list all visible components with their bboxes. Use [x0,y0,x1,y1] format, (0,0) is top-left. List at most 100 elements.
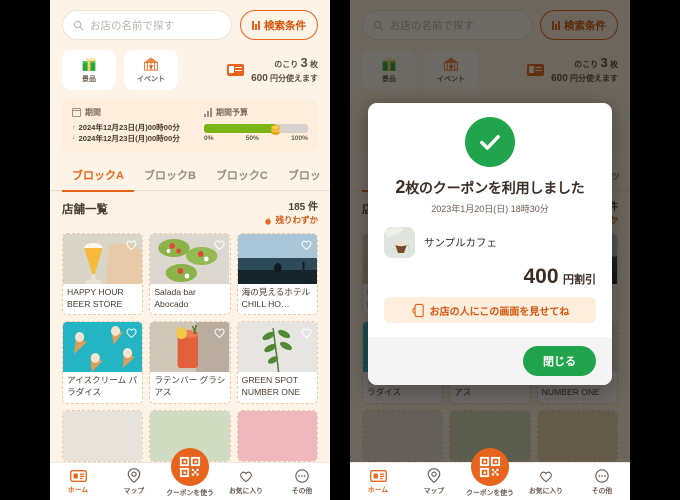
ticket-texts: のこり 3 枚 600 円分使えます [251,54,318,85]
latte-cup-image [384,227,415,258]
show-phone-icon [411,303,424,317]
nav-use-coupon-label: クーポンを使う [466,490,514,497]
heart-outline-icon [240,471,252,482]
period-budget-panel: 期間 ↑ ↓ 2024年12月23日(月)00時00分 2024年12月23日(月… [62,99,318,152]
latte-cup-photo [384,227,415,258]
heart-outline-icon [540,471,552,482]
modal-notice: お店の人にこの画面を見せてね [384,297,596,323]
modal-title: 2枚のクーポンを利用しました [384,177,596,198]
modal-discount-amount: 400 [523,265,559,288]
sliders-icon [251,20,260,30]
scale-0: 0% [204,135,214,142]
heart-icon[interactable] [213,326,226,339]
qr-code-icon [179,456,201,478]
heart-icon[interactable] [300,326,313,339]
chip-event[interactable]: イベント [124,50,178,90]
nav-home[interactable]: ホーム [350,469,406,494]
filter-button[interactable]: 検索条件 [239,10,318,40]
ticket-value-line: 600 円分使えます [251,72,318,86]
shop-list-meta: 185 件 残りわずか [264,201,318,227]
phone-screen-right: お店の名前で探す 検索条件 [350,0,630,500]
coupon-used-modal: 2枚のクーポンを利用しました 2023年1月20日(日) 18時30分 サンプル… [368,103,612,385]
chip-event-label: イベント [137,76,165,83]
header: お店の名前で探す 検索条件 景品 イベント のこり 3 枚 600 円分使えます [50,0,330,90]
shop-name: GREEN SPOT NUMBER ONE [241,375,300,397]
nav-home[interactable]: ホーム [50,469,106,494]
modal-footer: 閉じる [368,337,612,385]
shop-card[interactable]: アイスクリーム パラダイス [62,321,144,404]
nav-map[interactable]: マップ [106,468,162,495]
ticket-outline-icon [369,469,387,482]
shop-list-title: 店舗一覧 [62,204,108,217]
bottom-nav-dimmed: ホーム マップ お気に入り その他 クーポンを使う [350,448,630,500]
chip-prize[interactable]: 景品 [62,50,116,90]
filter-button-label: 検索条件 [264,19,306,32]
few-left-label: 残りわずか [275,215,318,226]
chip-prize-label: 景品 [82,76,96,83]
tab-block-d[interactable]: ブロッ [278,162,330,190]
heart-icon[interactable] [125,326,138,339]
budget-progress-track [204,124,308,135]
scale-50: 50% [245,135,259,142]
nav-home-label: ホーム [367,486,389,494]
nav-favorites-label: お気に入り [529,487,563,495]
shop-card[interactable]: ラテンバー グラシアス [149,321,231,404]
qr-code-icon [479,456,501,478]
shop-card[interactable]: 海の見えるホテル CHILL HO… [236,233,318,316]
heart-icon[interactable] [300,238,313,251]
tab-block-c[interactable]: ブロックC [206,162,278,190]
shop-card[interactable]: HAPPY HOUR BEER STORE [62,233,144,316]
modal-discount: 400 円割引 [384,265,597,289]
shop-thumbnail-salad [150,234,230,285]
block-tabs: ブロックA ブロックB ブロックC ブロッ [50,162,330,192]
shop-name: HAPPY HOUR BEER STORE [67,287,124,309]
check-circle-icon [465,117,515,167]
shop-name: アイスクリーム パラダイス [67,375,138,397]
few-left-badge: 残りわずか [264,215,318,227]
period-column: 期間 ↑↓ 2024年12月23日(月)00時00分 2024年12月23日(月… [71,107,194,144]
tent-icon [143,57,159,71]
nav-favorites[interactable]: お気に入り [218,469,274,495]
shop-name: ラテンバー グラシアス [154,375,226,397]
nav-use-coupon-fab[interactable] [471,448,509,486]
shop-card[interactable]: Salada bar Abocado [149,233,231,316]
modal-datetime: 2023年1月20日(日) 18時30分 [431,204,549,214]
date-start: 2024年12月23日(月)00時00分 [78,123,180,132]
heart-icon[interactable] [213,238,226,251]
tab-block-a[interactable]: ブロックA [62,162,134,192]
modal-title-count: 2 [395,177,406,197]
nav-favorites[interactable]: お気に入り [518,469,574,495]
screenshot-stage: お店の名前で探す 検索条件 景品 イベント のこり 3 枚 600 円分使えます… [0,0,680,500]
budget-label: 期間予算 [215,108,248,117]
shop-card[interactable] [236,409,318,462]
heart-icon[interactable] [125,238,138,251]
app-screen: お店の名前で探す 検索条件 景品 イベント のこり 3 枚 600 円分使えます… [50,0,330,500]
nav-more[interactable]: その他 [574,468,630,495]
nav-more-label: その他 [591,487,613,495]
nav-more[interactable]: その他 [274,468,330,495]
shop-card[interactable] [62,409,144,462]
nav-more-label: その他 [291,487,313,495]
nav-home-label: ホーム [67,486,89,494]
nav-map[interactable]: マップ [406,468,462,495]
modal-shop-row: サンプルカフェ [384,227,596,258]
budget-scale: 0% 50% 100% [204,135,308,142]
tab-block-b[interactable]: ブロックB [134,162,206,190]
modal-discount-suffix: 円割引 [563,274,596,286]
coins-icon [270,124,280,135]
fire-icon [265,216,272,225]
shop-card[interactable]: GREEN SPOT NUMBER ONE [236,321,318,404]
budget-label-row: 期間予算 [204,107,308,118]
gift-icon [82,57,97,71]
nav-use-coupon-fab[interactable] [171,448,209,486]
shop-count: 185 件 [288,202,318,214]
ticket-remaining-unit: 枚 [310,60,318,70]
shop-name: 海の見えるホテル CHILL HO… [241,287,311,309]
ticket-value-amount: 600 [251,73,268,85]
bar-chart-icon [204,108,212,117]
map-pin-icon [127,468,141,483]
search-input[interactable]: お店の名前で探す [62,10,232,40]
close-button[interactable]: 閉じる [523,346,596,376]
shop-thumbnail-partial [63,410,143,461]
shop-thumbnail-beer [63,234,143,285]
